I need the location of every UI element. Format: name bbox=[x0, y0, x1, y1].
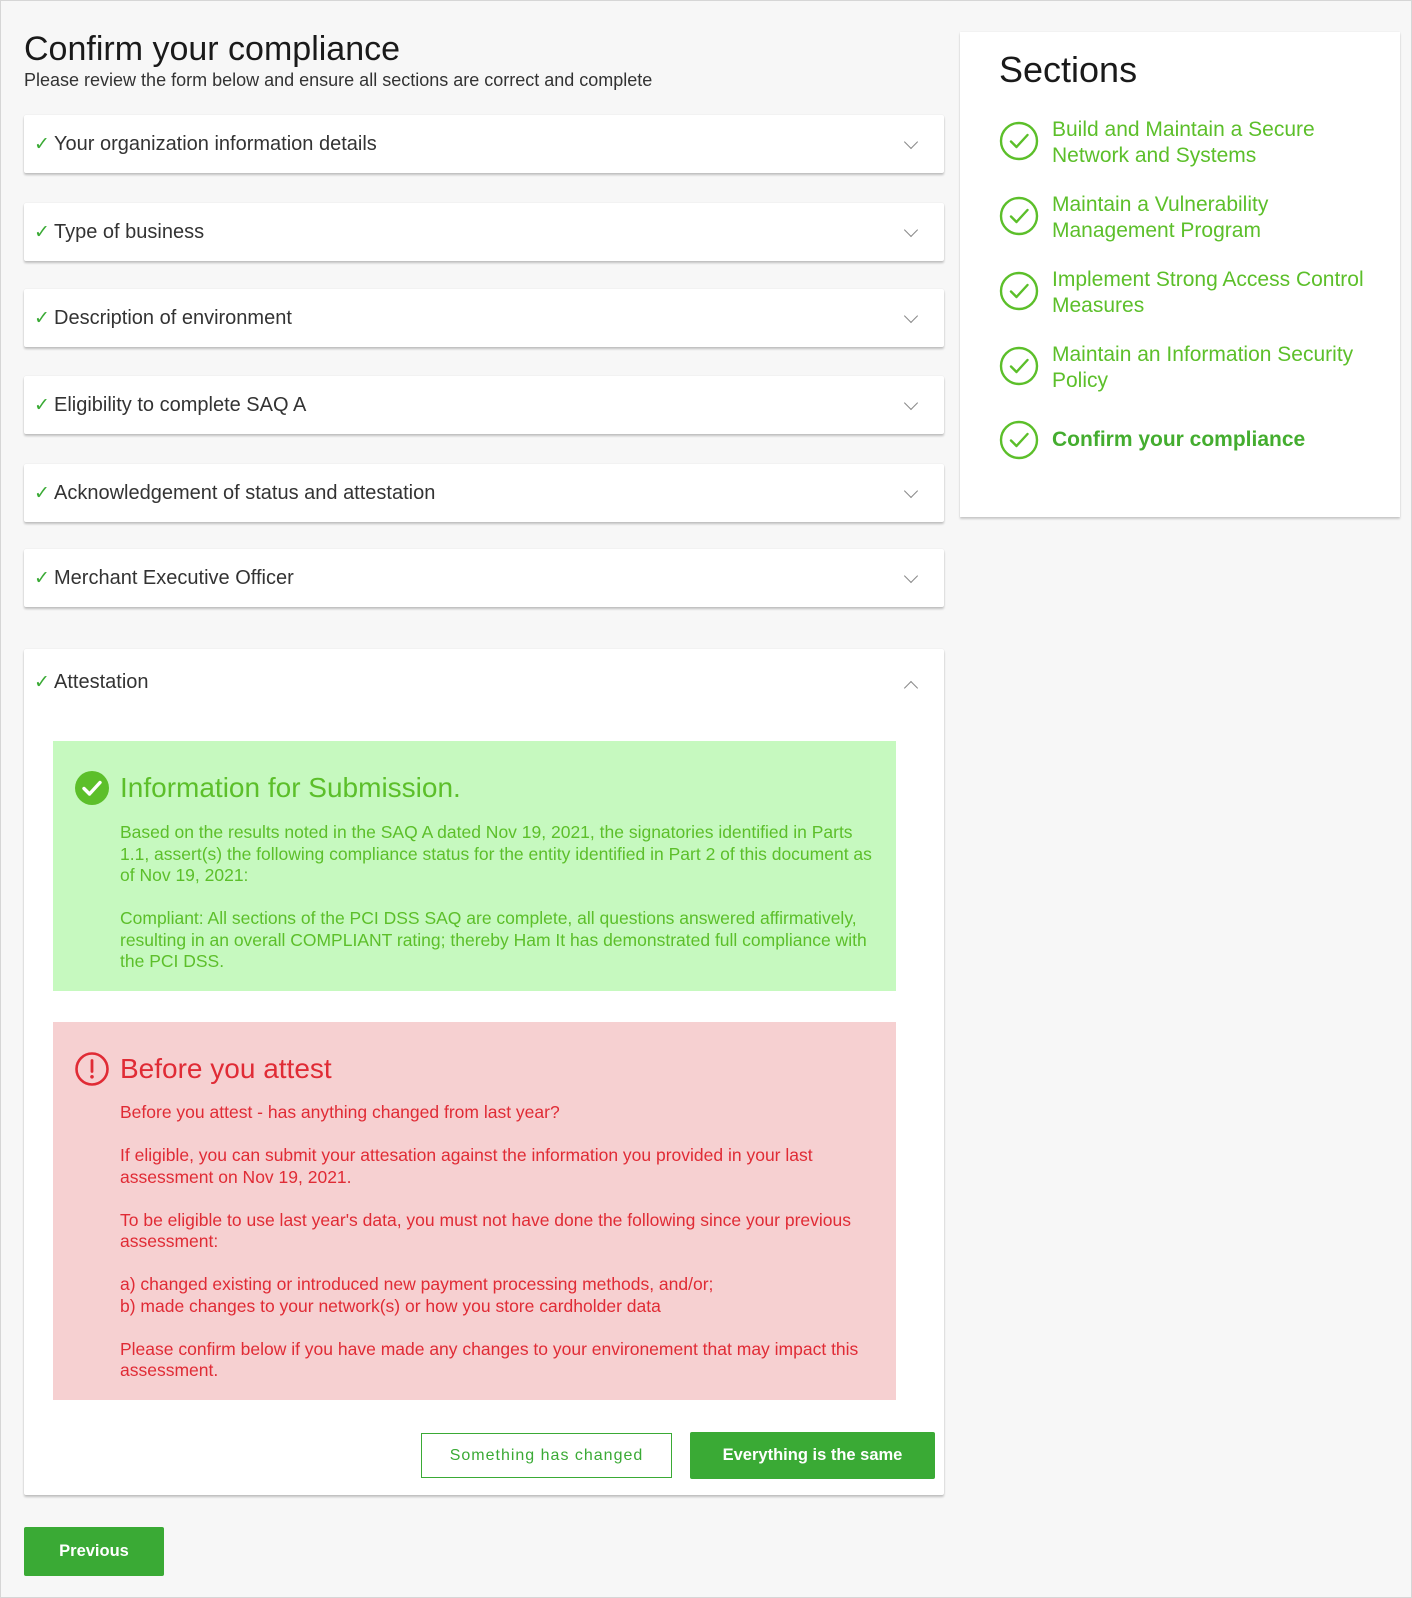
alert-paragraph: Based on the results noted in the SAQ A … bbox=[120, 822, 872, 885]
check-icon: ✓ bbox=[34, 482, 50, 504]
alert-paragraph: Compliant: All sections of the PCI DSS S… bbox=[120, 908, 867, 971]
accordion-merchant-officer: ✓ Merchant Executive Officer bbox=[24, 549, 944, 607]
accordion-description-environment: ✓ Description of environment bbox=[24, 289, 944, 347]
accordion-acknowledgement: ✓ Acknowledgement of status and attestat… bbox=[24, 464, 944, 522]
check-icon: ✓ bbox=[34, 671, 50, 693]
previous-button[interactable]: Previous bbox=[24, 1527, 164, 1576]
accordion-header-org-info[interactable]: ✓ Your organization information details bbox=[24, 115, 944, 173]
check-icon: ✓ bbox=[34, 307, 50, 329]
alert-paragraph: To be eligible to use last year's data, … bbox=[120, 1209, 851, 1252]
accordion-attestation: ✓ Attestation Information for Submission… bbox=[24, 649, 944, 1495]
accordion-label: Attestation bbox=[54, 670, 149, 693]
accordion-label: Description of environment bbox=[54, 306, 292, 329]
accordion-eligibility: ✓ Eligibility to complete SAQ A bbox=[24, 376, 944, 434]
chevron-down-icon bbox=[903, 308, 919, 324]
accordion-label: Acknowledgement of status and attestatio… bbox=[54, 481, 436, 504]
alert-paragraph: Before you attest - has anything changed… bbox=[120, 1102, 560, 1122]
alert-paragraph: If eligible, you can submit your attesat… bbox=[120, 1145, 813, 1187]
check-circle-outline-icon bbox=[999, 346, 1039, 386]
sidebar-item-vulnerability[interactable]: Maintain a Vulnerability Management Prog… bbox=[999, 192, 1379, 244]
accordion-header-type-of-business[interactable]: ✓ Type of business bbox=[24, 203, 944, 261]
chevron-down-icon bbox=[903, 222, 919, 238]
chevron-down-icon bbox=[903, 568, 919, 584]
check-circle-icon bbox=[75, 771, 109, 805]
chevron-up-icon bbox=[903, 680, 919, 696]
sidebar-item-label: Build and Maintain a Secure Network and … bbox=[1052, 118, 1315, 167]
accordion-header-merchant-officer[interactable]: ✓ Merchant Executive Officer bbox=[24, 549, 944, 607]
check-icon: ✓ bbox=[34, 221, 50, 243]
page-frame: Confirm your compliance Please review th… bbox=[0, 0, 1412, 1598]
accordion-label: Type of business bbox=[54, 220, 205, 243]
alert-body: Before you attest - has anything changed… bbox=[120, 1102, 874, 1382]
sidebar-item-label: Confirm your compliance bbox=[1052, 428, 1306, 451]
alert-title: Information for Submission. bbox=[120, 772, 461, 803]
sidebar-item-access-control[interactable]: Implement Strong Access Control Measures bbox=[999, 267, 1379, 319]
check-circle-outline-icon bbox=[999, 121, 1039, 161]
page-title: Confirm your compliance bbox=[24, 30, 401, 68]
check-icon: ✓ bbox=[34, 567, 50, 589]
sections-sidebar: Sections Build and Maintain a Secure Net… bbox=[960, 32, 1400, 517]
check-circle-outline-icon bbox=[999, 196, 1039, 236]
sidebar-title: Sections bbox=[999, 49, 1138, 90]
accordion-header-attestation[interactable]: ✓ Attestation bbox=[24, 653, 944, 711]
alert-paragraph: Please confirm below if you have made an… bbox=[120, 1338, 859, 1381]
sidebar-item-security-policy[interactable]: Maintain an Information Security Policy bbox=[999, 342, 1379, 394]
submission-info-alert: Information for Submission. Based on the… bbox=[53, 741, 896, 991]
alert-list-item: a) changed existing or introduced new pa… bbox=[120, 1274, 714, 1294]
check-icon: ✓ bbox=[34, 394, 50, 416]
sidebar-item-label: Maintain a Vulnerability Management Prog… bbox=[1052, 193, 1269, 242]
accordion-label: Your organization information details bbox=[54, 132, 377, 155]
accordion-type-of-business: ✓ Type of business bbox=[24, 203, 944, 261]
check-circle-outline-icon bbox=[999, 420, 1039, 460]
sidebar-item-confirm-compliance[interactable]: Confirm your compliance bbox=[999, 419, 1379, 463]
something-changed-button[interactable]: Something has changed bbox=[421, 1433, 672, 1478]
sidebar-item-label: Maintain an Information Security Policy bbox=[1052, 343, 1354, 392]
main-column: Confirm your compliance Please review th… bbox=[24, 29, 944, 1576]
chevron-down-icon bbox=[903, 483, 919, 499]
check-icon: ✓ bbox=[34, 133, 50, 155]
everything-same-button[interactable]: Everything is the same bbox=[690, 1432, 935, 1479]
sidebar-item-label: Implement Strong Access Control Measures bbox=[1052, 268, 1364, 317]
alert-list-item: b) made changes to your network(s) or ho… bbox=[120, 1295, 661, 1316]
exclamation-circle-icon bbox=[75, 1052, 109, 1086]
accordion-label: Eligibility to complete SAQ A bbox=[54, 393, 307, 416]
accordion-org-info: ✓ Your organization information details bbox=[24, 115, 944, 173]
accordion-header-description-environment[interactable]: ✓ Description of environment bbox=[24, 289, 944, 347]
sidebar-item-secure-network[interactable]: Build and Maintain a Secure Network and … bbox=[999, 117, 1379, 169]
chevron-down-icon bbox=[903, 134, 919, 150]
page-subtitle: Please review the form below and ensure … bbox=[24, 70, 653, 90]
chevron-down-icon bbox=[903, 395, 919, 411]
accordion-label: Merchant Executive Officer bbox=[54, 566, 294, 589]
alert-body: Based on the results noted in the SAQ A … bbox=[120, 822, 874, 973]
check-circle-outline-icon bbox=[999, 271, 1039, 311]
accordion-header-acknowledgement[interactable]: ✓ Acknowledgement of status and attestat… bbox=[24, 464, 944, 522]
before-attest-alert: Before you attest Before you attest - ha… bbox=[53, 1022, 896, 1400]
alert-title: Before you attest bbox=[120, 1053, 332, 1084]
accordion-header-eligibility[interactable]: ✓ Eligibility to complete SAQ A bbox=[24, 376, 944, 434]
